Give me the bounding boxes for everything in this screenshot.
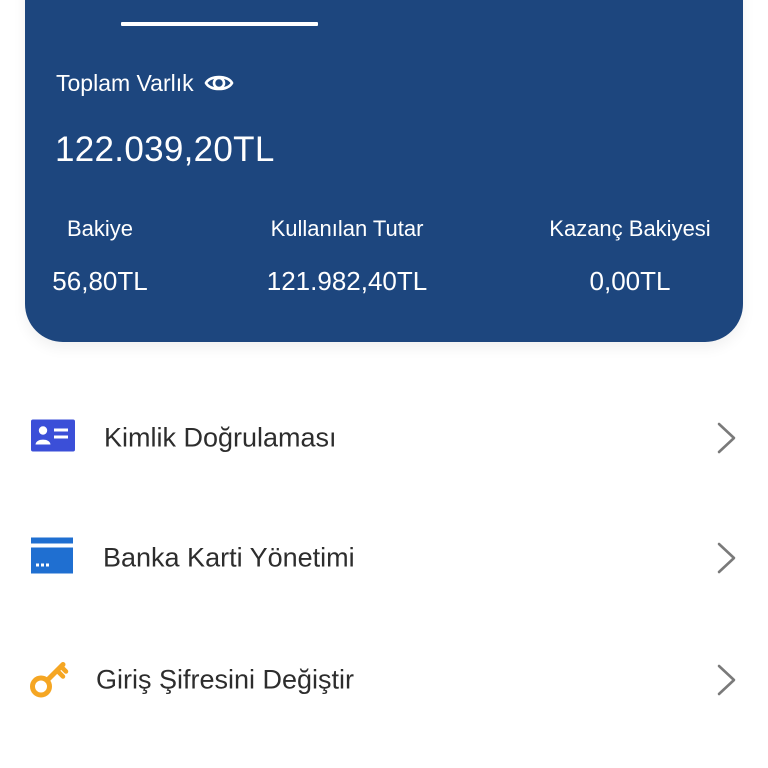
total-assets-label: Toplam Varlık xyxy=(56,69,194,96)
total-assets-value: 122.039,20TL xyxy=(55,130,275,169)
account-screen: Toplam Varlık 122.039,20TL Bakiye 56,80T… xyxy=(0,0,768,768)
menu-item-bank-card-management[interactable]: Banka Karti Yönetimi xyxy=(0,513,768,603)
menu-item-label: Banka Karti Yönetimi xyxy=(103,542,355,573)
chevron-right-icon xyxy=(712,540,738,576)
bank-card-icon xyxy=(30,536,74,581)
menu-item-label: Giriş Şifresini Değiştir xyxy=(96,664,355,695)
tab-indicator xyxy=(121,22,318,26)
used-amount-label: Kullanılan Tutar xyxy=(270,216,424,241)
used-amount-stat: Kullanılan Tutar 121.982,40TL xyxy=(247,216,447,297)
balance-value: 56,80TL xyxy=(52,266,148,296)
earnings-balance-stat: Kazanç Bakiyesi 0,00TL xyxy=(535,216,725,297)
used-amount-value: 121.982,40TL xyxy=(266,266,428,296)
id-card-icon xyxy=(30,419,76,458)
balance-stat: Bakiye 56,80TL xyxy=(35,216,165,297)
earnings-balance-label: Kazanç Bakiyesi xyxy=(549,216,711,241)
total-assets-header: Toplam Varlık xyxy=(56,68,234,98)
menu-item-change-password[interactable]: Giriş Şifresini Değiştir xyxy=(0,635,768,725)
eye-icon[interactable] xyxy=(204,68,234,98)
menu-item-identity-verification[interactable]: Kimlik Doğrulaması xyxy=(0,393,768,483)
chevron-right-icon xyxy=(712,662,738,698)
asset-summary-card: Toplam Varlık 122.039,20TL Bakiye 56,80T… xyxy=(25,0,743,342)
earnings-balance-value: 0,00TL xyxy=(589,266,671,296)
balance-label: Bakiye xyxy=(66,216,134,241)
chevron-right-icon xyxy=(712,420,738,456)
menu-item-label: Kimlik Doğrulaması xyxy=(104,422,337,453)
key-icon xyxy=(30,658,70,703)
